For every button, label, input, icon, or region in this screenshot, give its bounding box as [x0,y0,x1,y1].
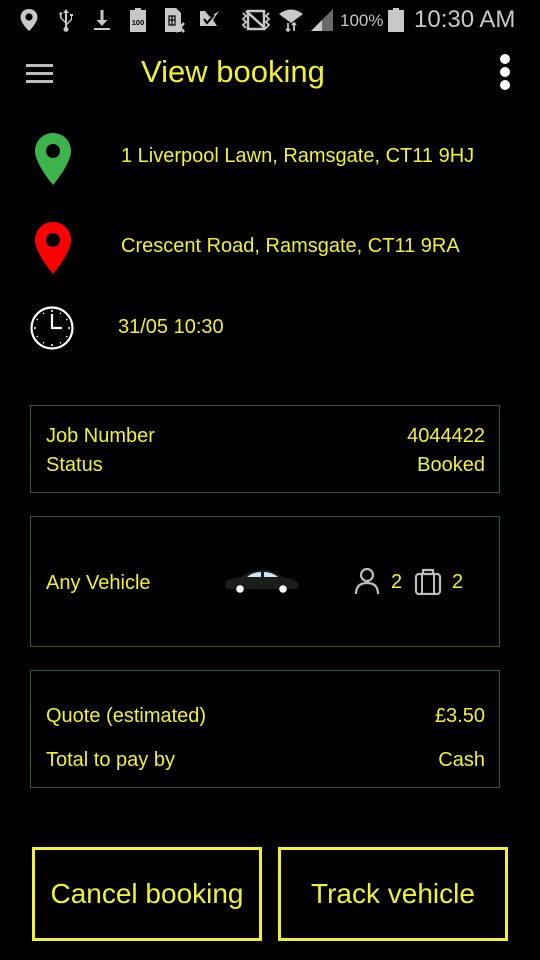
battery-icon [386,7,406,33]
pickup-time-row: 31/05 10:30 [0,304,540,350]
quote-row: Quote (estimated) £3.50 [46,705,485,728]
vibrate-mute-icon [240,7,272,33]
usb-icon [56,7,76,33]
battery-percent: 100% [340,11,384,30]
status-bar: 100 100% 10:30 AM [0,0,540,40]
more-vertical-icon[interactable] [494,52,516,94]
dropoff-pin-icon [34,221,72,280]
payment-method-row: Total to pay by Cash [46,749,485,772]
quote-label: Quote (estimated) [46,705,207,727]
page-title: View booking [141,54,325,89]
pickup-time: 31/05 10:30 [118,316,224,338]
checkmark-notification-icon [198,7,222,33]
luggage-icon [414,567,442,600]
wifi-icon [277,7,305,33]
dropoff-address: Crescent Road, Ramsgate, CT11 9RA [121,235,460,257]
app-bar: View booking [0,40,540,110]
vehicle-type: Any Vehicle [46,572,151,594]
passenger-count: 2 [391,571,403,593]
luggage-count: 2 [452,571,464,593]
location-icon [18,7,40,33]
job-number-value: 4044422 [407,425,485,447]
car-icon [223,567,301,600]
hamburger-menu-icon[interactable] [22,60,56,90]
clock-time: 10:30 AM [414,6,516,33]
pickup-address: 1 Liverpool Lawn, Ramsgate, CT11 9HJ [121,145,475,167]
track-vehicle-button[interactable]: Track vehicle [278,847,508,941]
status-label: Status [46,454,103,476]
clock-icon [29,305,75,356]
battery-100-icon: 100 [128,7,148,33]
job-info-card: Job Number 4044422 Status Booked [30,405,500,493]
status-row: Status Booked [46,454,485,477]
cancel-booking-button[interactable]: Cancel booking [32,847,262,941]
passenger-icon [354,567,380,600]
no-sim-icon [163,7,187,33]
pickup-row: 1 Liverpool Lawn, Ramsgate, CT11 9HJ [0,130,540,186]
dropoff-row: Crescent Road, Ramsgate, CT11 9RA [0,219,540,275]
cell-signal-icon [309,7,335,33]
job-number-row: Job Number 4044422 [46,425,485,448]
pickup-pin-icon [34,132,72,191]
payment-method-label: Total to pay by [46,749,175,771]
status-badge: Booked [417,454,485,476]
svg-text:100: 100 [132,18,145,27]
job-number-label: Job Number [46,425,155,447]
vehicle-card: Any Vehicle 2 2 [30,516,500,647]
download-icon [91,7,113,33]
payment-method-value: Cash [438,749,485,771]
quote-value: £3.50 [434,705,485,727]
price-card: Quote (estimated) £3.50 Total to pay by … [30,670,500,788]
